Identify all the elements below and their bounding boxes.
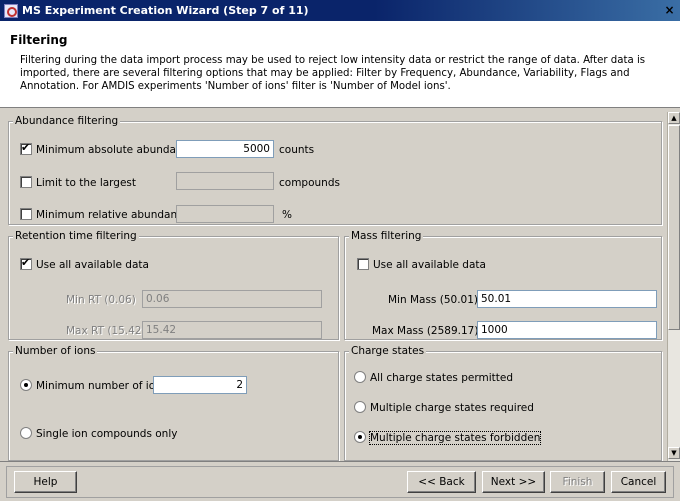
max-mass-label: Max Mass (2589.17) (372, 325, 479, 337)
abundance-filtering-legend: Abundance filtering (13, 115, 121, 127)
mass-filtering-group: Mass filtering Use all available data Mi… (344, 230, 662, 340)
min-rel-abundance-checkbox[interactable] (20, 208, 32, 220)
cancel-button[interactable]: Cancel (611, 471, 666, 493)
finish-button[interactable]: Finish (550, 471, 605, 493)
retention-time-group: Retention time filtering Use all availab… (8, 230, 339, 340)
vertical-scrollbar[interactable]: ▲ ▼ (667, 112, 680, 461)
min-abs-abundance-label: Minimum absolute abundance (36, 144, 195, 156)
limit-largest-label: Limit to the largest (36, 177, 137, 189)
number-of-ions-group: Number of ions Minimum number of ions 2 … (8, 345, 339, 461)
min-ions-input[interactable]: 2 (153, 376, 247, 394)
min-rel-abundance-input[interactable] (176, 205, 274, 223)
min-abs-abundance-unit: counts (279, 144, 315, 156)
content-area: Abundance filtering Minimum absolute abu… (6, 112, 667, 461)
min-rel-abundance-label: Minimum relative abundance (36, 209, 190, 221)
single-ion-radio[interactable] (20, 427, 32, 439)
retention-time-legend: Retention time filtering (13, 230, 139, 242)
rt-use-all-label: Use all available data (36, 259, 149, 271)
min-rel-abundance-unit: % (282, 209, 292, 221)
help-button[interactable]: Help (14, 471, 77, 493)
rt-use-all-checkbox[interactable] (20, 256, 32, 270)
close-icon[interactable]: × (662, 3, 677, 17)
back-button[interactable]: << Back (407, 471, 476, 493)
min-abs-abundance-checkbox[interactable] (20, 141, 32, 155)
page-title: Filtering (10, 33, 68, 47)
min-abs-abundance-input[interactable]: 5000 (176, 140, 274, 158)
scroll-down-icon[interactable]: ▼ (668, 447, 680, 459)
all-charge-states-radio[interactable] (354, 371, 366, 383)
min-rt-input[interactable]: 0.06 (142, 290, 322, 308)
min-mass-input[interactable]: 50.01 (477, 290, 657, 308)
limit-largest-checkbox[interactable] (20, 176, 32, 188)
mass-use-all-checkbox[interactable] (357, 258, 369, 270)
multi-charge-forbidden-label: Multiple charge states forbidden (368, 431, 542, 445)
max-mass-input[interactable]: 1000 (477, 321, 657, 339)
min-ions-radio[interactable] (20, 379, 32, 391)
app-icon (4, 3, 18, 18)
page-description: Filtering during the data import process… (20, 55, 646, 92)
button-bar: Help << Back Next >> Finish Cancel (0, 461, 680, 501)
title-bar: MS Experiment Creation Wizard (Step 7 of… (0, 0, 680, 21)
window-title: MS Experiment Creation Wizard (Step 7 of… (22, 4, 309, 17)
multi-charge-required-label: Multiple charge states required (370, 402, 534, 414)
min-mass-label: Min Mass (50.01) (388, 294, 478, 306)
multi-charge-required-radio[interactable] (354, 401, 366, 413)
min-rt-label: Min RT (0.06) (66, 294, 136, 306)
charge-states-group: Charge states All charge states permitte… (344, 345, 662, 461)
charge-states-legend: Charge states (349, 345, 427, 357)
next-button[interactable]: Next >> (482, 471, 545, 493)
single-ion-label: Single ion compounds only (36, 428, 178, 440)
scroll-up-icon[interactable]: ▲ (668, 112, 680, 124)
min-ions-label: Minimum number of ions (36, 380, 168, 392)
wizard-header: Filtering Filtering during the data impo… (0, 21, 680, 108)
all-charge-states-label: All charge states permitted (370, 372, 513, 384)
limit-largest-input[interactable] (176, 172, 274, 190)
mass-filtering-legend: Mass filtering (349, 230, 424, 242)
number-of-ions-legend: Number of ions (13, 345, 98, 357)
multi-charge-forbidden-radio[interactable] (354, 431, 366, 443)
mass-use-all-label: Use all available data (373, 259, 486, 271)
scrollbar-thumb[interactable] (668, 125, 680, 330)
limit-largest-unit: compounds (279, 177, 340, 189)
max-rt-input[interactable]: 15.42 (142, 321, 322, 339)
button-bar-frame: Help << Back Next >> Finish Cancel (6, 466, 674, 498)
max-rt-label: Max RT (15.42) (66, 325, 146, 337)
abundance-filtering-group: Abundance filtering Minimum absolute abu… (8, 115, 662, 225)
